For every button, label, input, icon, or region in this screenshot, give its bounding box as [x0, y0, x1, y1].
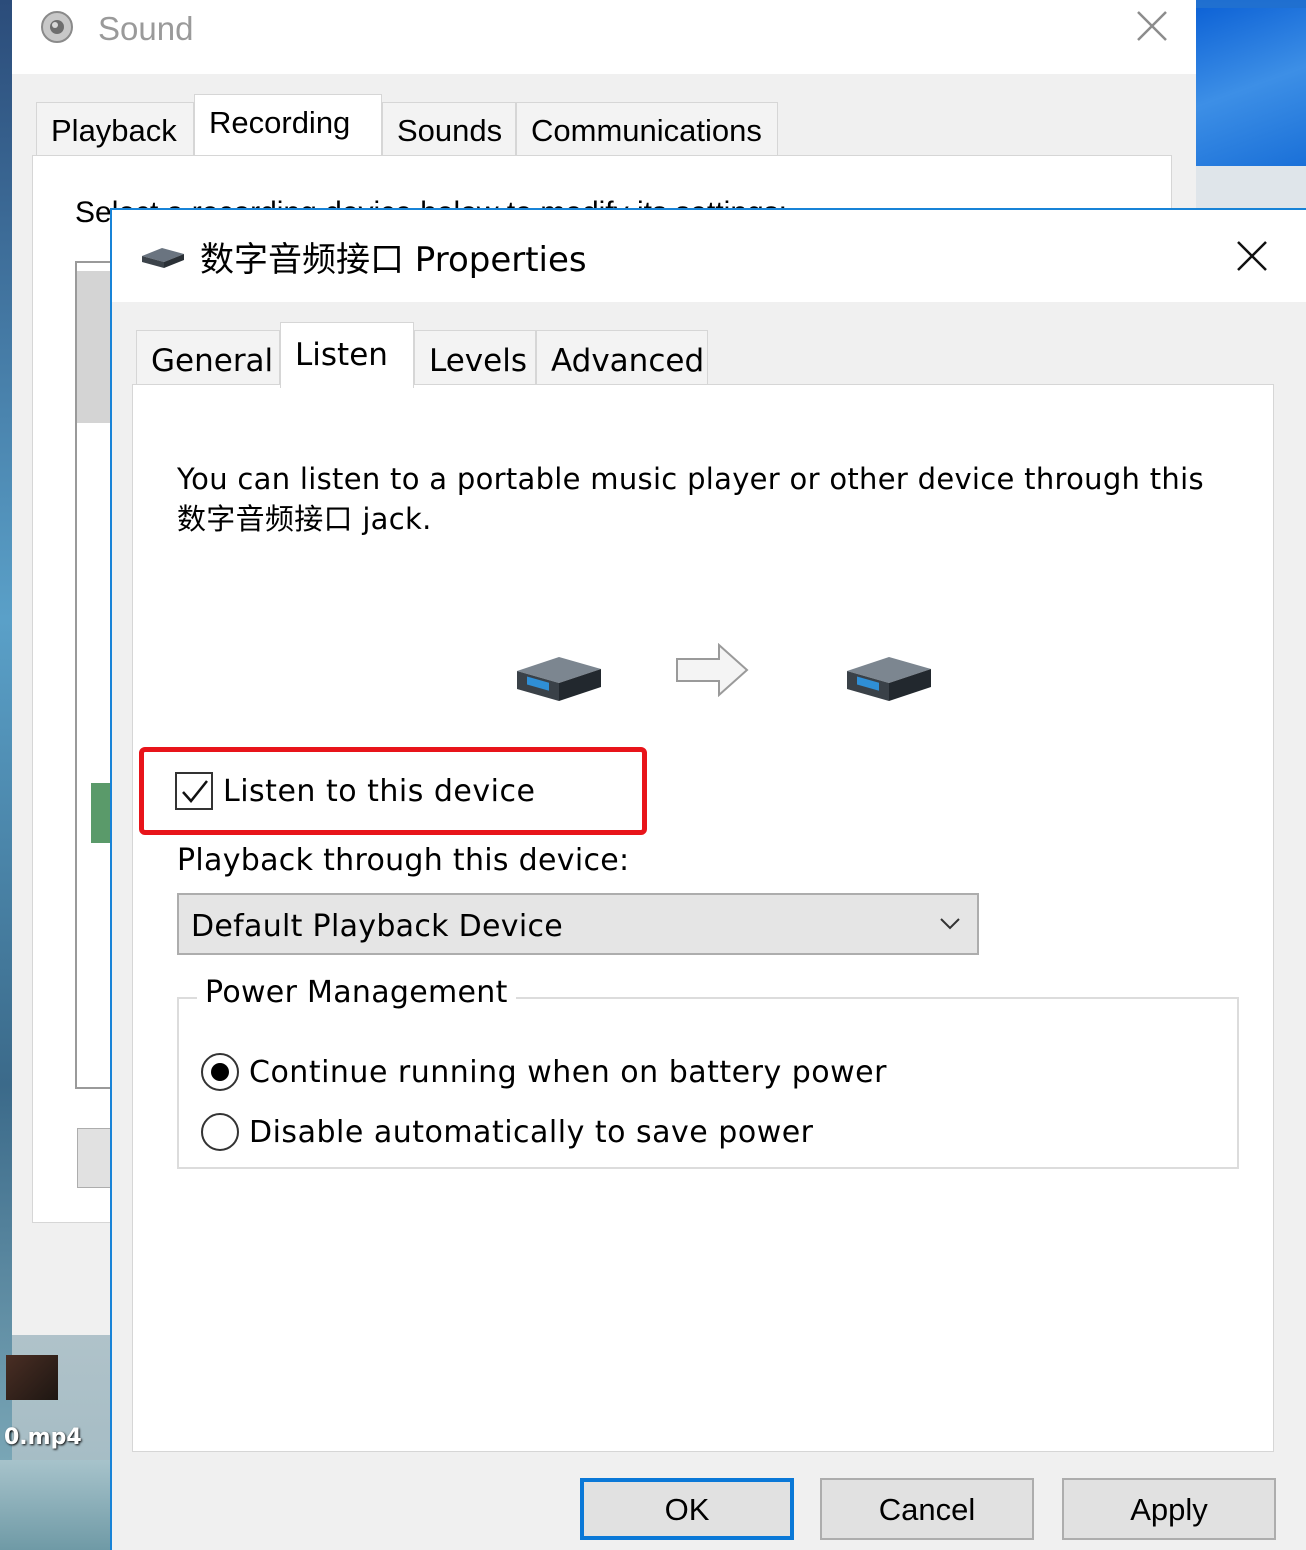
- desktop-left-strip: [0, 0, 12, 1550]
- dialog-titlebar: 数字音频接口 Properties: [112, 210, 1306, 302]
- arrow-right-icon: [676, 643, 749, 697]
- tab-communications[interactable]: Communications: [516, 102, 778, 156]
- listen-description: You can listen to a portable music playe…: [177, 462, 1204, 536]
- power-option-label: Disable automatically to save power: [249, 1114, 814, 1150]
- close-icon[interactable]: [1134, 8, 1170, 44]
- checkmark-icon: [182, 780, 208, 803]
- power-option-label: Continue running when on battery power: [249, 1054, 887, 1090]
- desktop-file-thumbnail[interactable]: [6, 1355, 58, 1400]
- sound-titlebar: Sound: [12, 0, 1196, 74]
- tab-levels[interactable]: Levels: [414, 330, 536, 386]
- listen-checkbox[interactable]: [175, 772, 213, 810]
- source-device-icon: [517, 657, 601, 701]
- apply-button[interactable]: Apply: [1062, 1478, 1276, 1540]
- recording-device-list[interactable]: [75, 261, 115, 1089]
- power-option-continue[interactable]: Continue running when on battery power: [201, 1051, 887, 1093]
- sound-window-title: Sound: [98, 10, 194, 47]
- properties-dialog: 数字音频接口 Properties General Listen Levels …: [110, 208, 1306, 1550]
- tab-advanced[interactable]: Advanced: [536, 330, 708, 386]
- listen-checkbox-label: Listen to this device: [223, 773, 536, 809]
- tab-sounds[interactable]: Sounds: [382, 102, 516, 156]
- tab-recording[interactable]: Recording: [194, 94, 382, 156]
- ok-button[interactable]: OK: [580, 1478, 794, 1540]
- desktop-wallpaper-bottom: [0, 1460, 112, 1550]
- audio-device-icon: [142, 248, 184, 268]
- tab-playback[interactable]: Playback: [36, 102, 194, 156]
- power-management-group: Power Management Continue running when o…: [177, 975, 1239, 1169]
- list-item[interactable]: [91, 783, 111, 843]
- radio-continue-running[interactable]: [201, 1053, 239, 1091]
- chevron-down-icon: [940, 918, 960, 930]
- listen-tab-panel: You can listen to a portable music playe…: [132, 384, 1274, 1452]
- tab-general[interactable]: General: [136, 330, 280, 386]
- power-option-disable[interactable]: Disable automatically to save power: [201, 1111, 814, 1153]
- desktop-file-label[interactable]: 0.mp4: [4, 1425, 82, 1450]
- desktop-wallpaper: [1196, 8, 1306, 166]
- playback-device-value: Default Playback Device: [191, 909, 564, 944]
- playback-device-label: Playback through this device:: [177, 843, 630, 878]
- close-icon[interactable]: [1232, 236, 1272, 276]
- playback-device-select[interactable]: Default Playback Device: [177, 893, 979, 955]
- power-management-title: Power Management: [197, 975, 516, 1010]
- dialog-title: 数字音频接口 Properties: [200, 240, 587, 280]
- radio-disable-automatically[interactable]: [201, 1113, 239, 1151]
- target-device-icon: [847, 657, 931, 701]
- tab-listen[interactable]: Listen: [280, 322, 414, 388]
- cancel-button[interactable]: Cancel: [820, 1478, 1034, 1540]
- speaker-icon: [41, 11, 73, 43]
- listen-checkbox-row[interactable]: Listen to this device: [175, 769, 535, 813]
